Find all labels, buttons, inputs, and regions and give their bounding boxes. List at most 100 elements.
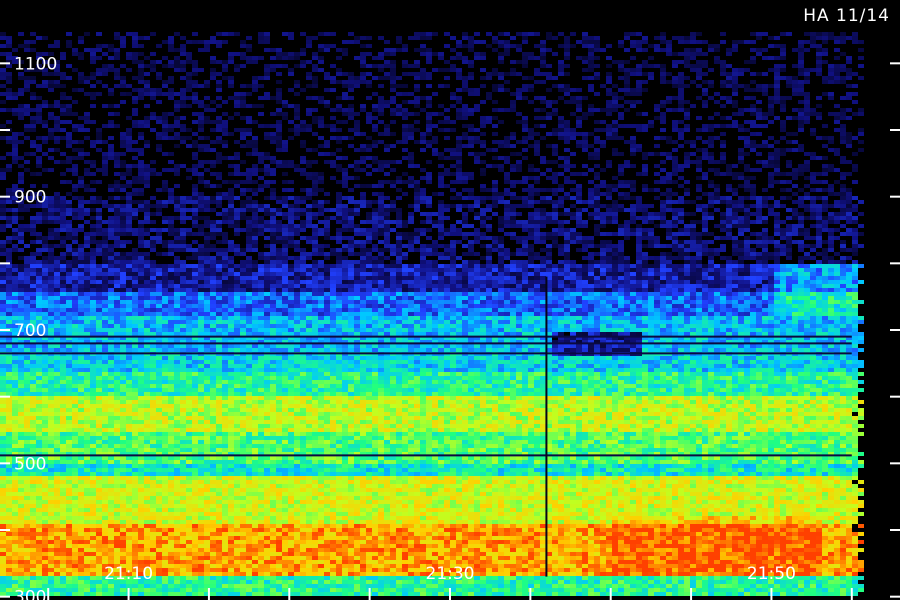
heatmap-cell <box>162 264 168 268</box>
heatmap-cell <box>216 184 222 188</box>
heatmap-cell <box>708 180 714 184</box>
heatmap-cell <box>834 112 840 116</box>
heatmap-cell <box>324 192 330 196</box>
heatmap-cell <box>384 276 390 280</box>
heatmap-cell <box>468 204 474 208</box>
heatmap-cell <box>798 84 804 88</box>
heatmap-cell <box>168 232 174 236</box>
heatmap-cell <box>804 112 810 116</box>
heatmap-cell <box>588 60 594 64</box>
heatmap-cell <box>150 280 156 284</box>
heatmap-cell <box>240 144 246 148</box>
heatmap-cell <box>36 104 42 108</box>
heatmap-cell <box>456 204 462 208</box>
heatmap-cell <box>276 96 282 100</box>
heatmap-cell <box>420 280 426 284</box>
heatmap-cell <box>342 224 348 228</box>
heatmap-cell <box>846 132 852 136</box>
heatmap-cell <box>138 220 144 224</box>
heatmap-cell <box>210 236 216 240</box>
heatmap-cell <box>210 248 216 252</box>
heatmap-cell <box>606 108 612 112</box>
heatmap-cell <box>324 216 330 220</box>
heatmap-cell <box>414 192 420 196</box>
heatmap-cell <box>492 248 498 252</box>
heatmap-cell <box>6 220 12 224</box>
heatmap-cell <box>858 108 864 112</box>
heatmap-cell <box>528 276 534 280</box>
heatmap-cell <box>456 152 462 156</box>
heatmap-cell <box>594 260 600 264</box>
heatmap-cell <box>180 136 186 140</box>
heatmap-cell <box>744 240 750 244</box>
heatmap-cell <box>78 152 84 156</box>
heatmap-cell <box>444 204 450 208</box>
heatmap-cell <box>798 56 804 60</box>
heatmap-cell <box>516 252 522 256</box>
heatmap-cell <box>504 52 510 56</box>
heatmap-cell <box>306 128 312 132</box>
heatmap-cell <box>270 216 276 220</box>
heatmap-cell <box>252 188 258 192</box>
heatmap-cell <box>612 272 618 276</box>
heatmap-cell <box>84 208 90 212</box>
heatmap-cell <box>426 36 432 40</box>
heatmap-cell <box>240 264 246 268</box>
heatmap-cell <box>774 248 780 252</box>
heatmap-cell <box>102 272 108 276</box>
heatmap-cell <box>642 216 648 220</box>
heatmap-cell <box>204 116 210 120</box>
heatmap-cell <box>672 232 678 236</box>
heatmap-cell <box>756 204 762 208</box>
heatmap-cell <box>654 244 660 248</box>
heatmap-cell <box>216 228 222 232</box>
heatmap-cell <box>252 172 258 176</box>
heatmap-cell <box>606 184 612 188</box>
heatmap-cell <box>354 112 360 116</box>
heatmap-cell <box>480 220 486 224</box>
heatmap-cell <box>804 40 810 44</box>
heatmap-cell <box>198 48 204 52</box>
heatmap-cell <box>258 84 264 88</box>
heatmap-cell <box>810 212 816 216</box>
heatmap-cell <box>390 160 396 164</box>
heatmap-cell <box>570 212 576 216</box>
heatmap-cell <box>558 252 564 256</box>
heatmap-cell <box>318 220 324 224</box>
heatmap-cell <box>270 192 276 196</box>
heatmap-cell <box>546 244 552 248</box>
heatmap-cell <box>498 144 504 148</box>
heatmap-cell <box>138 64 144 68</box>
heatmap-cell <box>294 124 300 128</box>
heatmap-cell <box>360 80 366 84</box>
heatmap-cell <box>420 248 426 252</box>
heatmap-cell <box>498 76 504 80</box>
heatmap-cell <box>528 272 534 276</box>
heatmap-cell <box>330 164 336 168</box>
heatmap-cell <box>240 136 246 140</box>
heatmap-cell <box>324 100 330 104</box>
heatmap-cell <box>78 196 84 200</box>
heatmap-cell <box>708 136 714 140</box>
heatmap-cell <box>276 272 282 276</box>
heatmap-cell <box>186 72 192 76</box>
heatmap-cell <box>66 44 72 48</box>
heatmap-cell <box>834 228 840 232</box>
heatmap-cell <box>366 84 372 88</box>
heatmap-cell <box>282 172 288 176</box>
heatmap-cell <box>246 240 252 244</box>
heatmap-cell <box>108 220 114 224</box>
heatmap-cell <box>162 280 168 284</box>
heatmap-cell <box>678 212 684 216</box>
heatmap-cell <box>444 32 450 36</box>
heatmap-cell <box>180 116 186 120</box>
heatmap-cell <box>54 236 60 240</box>
heatmap-cell <box>294 104 300 108</box>
heatmap-cell <box>660 220 666 224</box>
heatmap-cell <box>186 232 192 236</box>
heatmap-cell <box>414 120 420 124</box>
heatmap-cell <box>744 88 750 92</box>
heatmap-cell <box>840 208 846 212</box>
heatmap-cell <box>66 192 72 196</box>
heatmap-cell <box>78 212 84 216</box>
